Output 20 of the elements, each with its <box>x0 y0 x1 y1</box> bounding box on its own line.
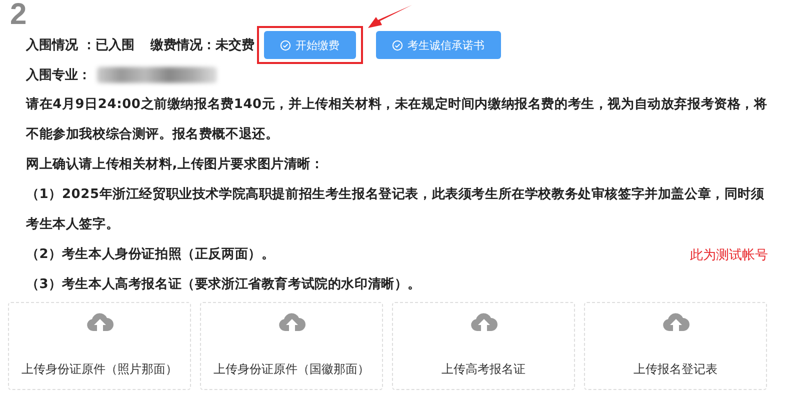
instruction-text: 请在4月9日24:00之前缴纳报名费140元，并上传相关材料，未在规定时间内缴纳报名费的考生，视为自动放弃报考资格，将不能参加我校综合测评。报名费概不退还。 <box>26 96 768 144</box>
payment-status: 缴费情况：未交费 <box>150 36 255 54</box>
instruction-text: 网上确认请上传相关材料,上传图片要求图片清晰： <box>26 156 325 174</box>
major-label: 入围专业： <box>26 66 91 84</box>
upload-card[interactable]: 上传高考报名证 <box>392 302 575 390</box>
cloud-upload-icon <box>470 311 498 333</box>
check-circle-icon <box>392 40 403 50</box>
upload-card[interactable]: 上传身份证原件（照片那面） <box>8 302 191 390</box>
step-number: 2 <box>9 0 27 30</box>
instruction-text: （2）考生本人身份证拍照（正反两面）。 <box>26 246 275 264</box>
upload-card[interactable]: 上传身份证原件（国徽那面） <box>200 302 383 390</box>
admission-status: 入围情况 ：已入围 <box>26 36 135 54</box>
cloud-upload-icon <box>86 311 114 333</box>
cloud-upload-icon <box>662 311 690 333</box>
instruction-text: （1）2025年浙江经贸职业技术学院高职提前招生考生报名登记表，此表须考生所在学校教务处审核签字并加盖公章，同时须考生本人签字。 <box>26 186 766 234</box>
test-account-note: 此为测试帐号 <box>690 247 768 264</box>
instruction-text: （3）考生本人高考报名证（要求浙江省教育考试院的水印清晰）。 <box>26 276 422 294</box>
upload-card[interactable]: 上传报名登记表 <box>584 302 767 390</box>
check-circle-icon <box>280 40 291 50</box>
cloud-upload-icon <box>278 311 306 333</box>
